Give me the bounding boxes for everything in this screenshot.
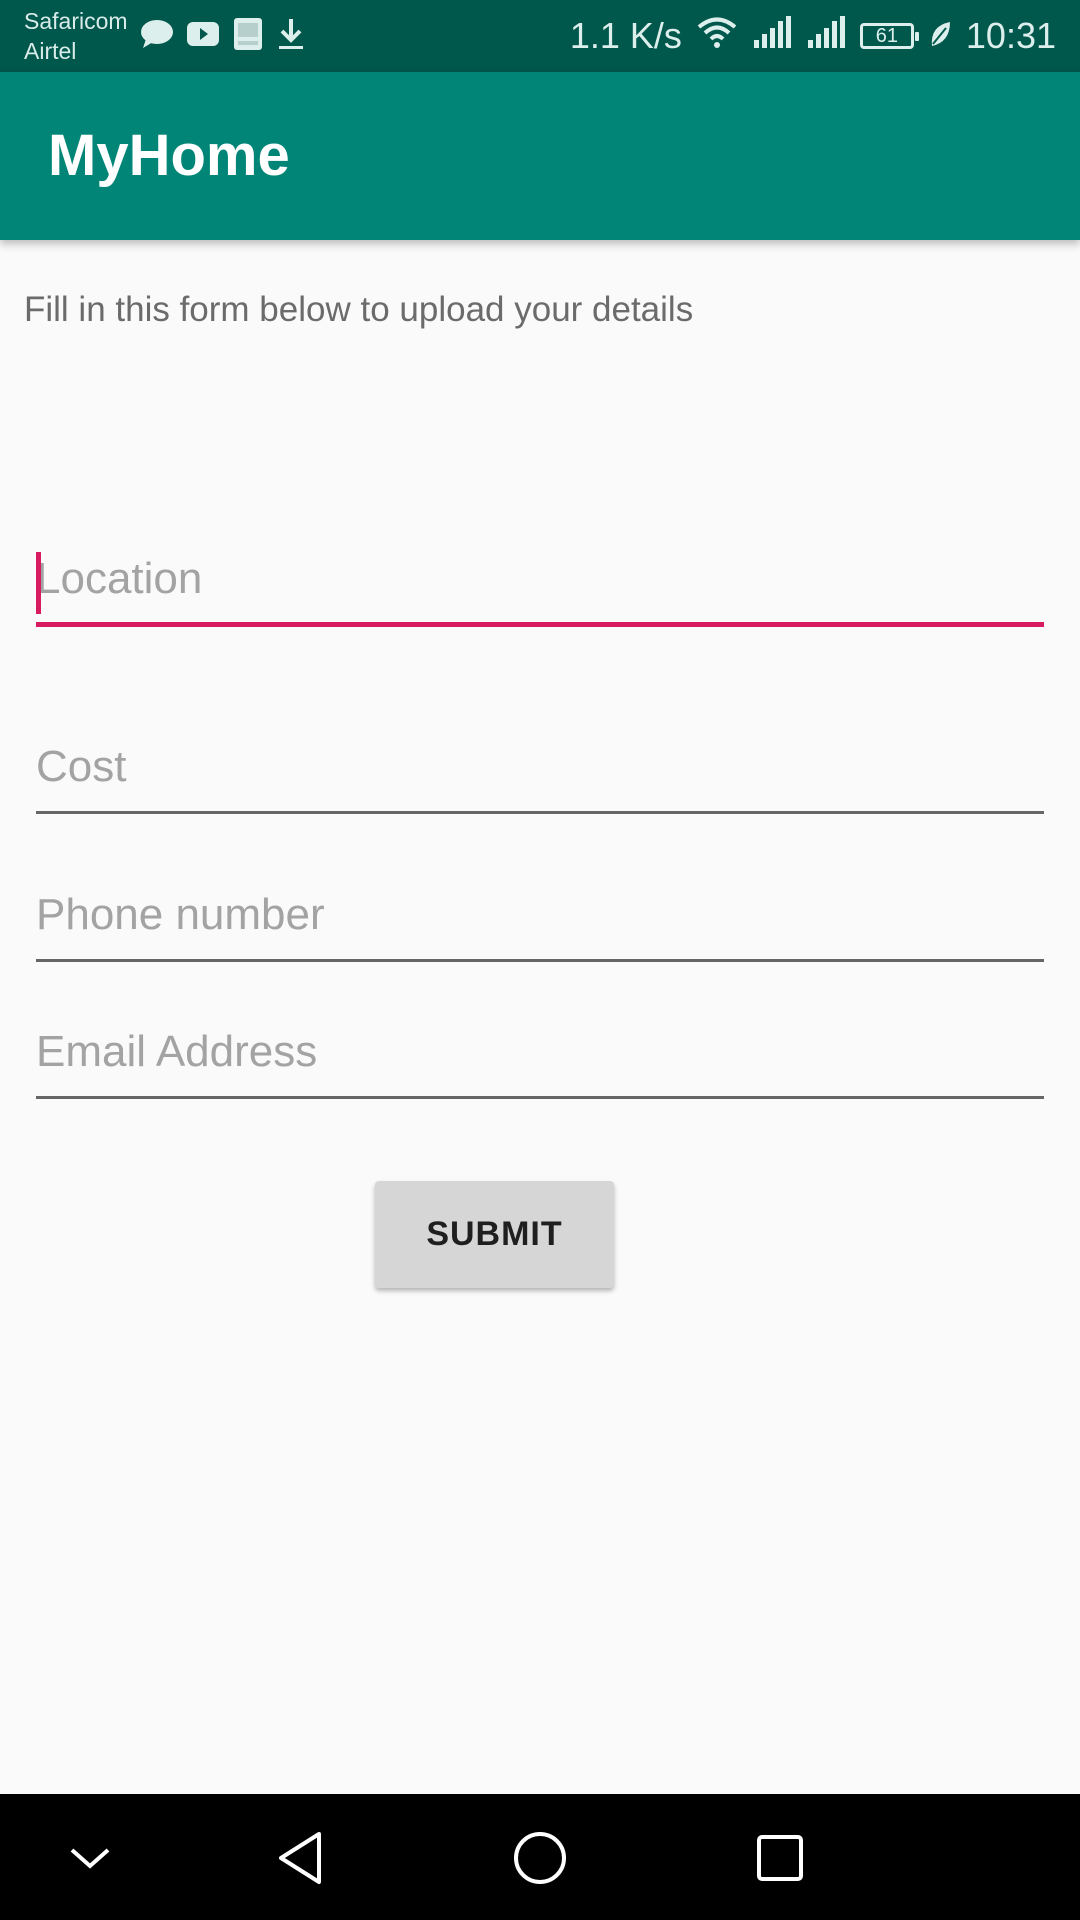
text-cursor (36, 552, 41, 614)
clock: 10:31 (965, 15, 1056, 56)
system-status: 1.1 K/s 61 10:31 (570, 12, 1056, 60)
app-title: MyHome (48, 123, 290, 188)
notification-icons (140, 14, 306, 58)
carrier-names: Safaricom Airtel (24, 6, 128, 66)
chevron-down-icon[interactable] (52, 1820, 128, 1896)
youtube-icon (186, 20, 220, 53)
leaf-icon (928, 15, 952, 57)
phone-number-input[interactable] (36, 882, 1044, 962)
carrier-1: Safaricom (24, 8, 128, 34)
location-input[interactable] (36, 547, 1044, 627)
download-icon (276, 17, 306, 56)
chat-bubble-icon (140, 19, 174, 54)
status-bar: Safaricom Airtel 1.1 K/s 61 10:31 (0, 0, 1080, 72)
back-icon[interactable] (262, 1820, 338, 1896)
screen: Safaricom Airtel 1.1 K/s 61 10:31 MyHome… (0, 0, 1080, 1920)
wifi-icon (696, 15, 738, 58)
email-address-input[interactable] (36, 1019, 1044, 1099)
carrier-2: Airtel (24, 38, 77, 64)
recents-icon[interactable] (742, 1820, 818, 1896)
bible-app-icon (232, 17, 264, 56)
signal-icon (752, 15, 792, 57)
net-speed: 1.1 K/s (569, 15, 682, 56)
app-bar: MyHome (0, 72, 1080, 240)
battery-icon: 61 (859, 23, 919, 49)
form-instructions: Fill in this form below to upload your d… (24, 290, 694, 329)
submit-button[interactable]: SUBMIT (375, 1181, 614, 1288)
navigation-bar (0, 1794, 1080, 1920)
signal-icon (806, 15, 846, 57)
cost-input[interactable] (36, 734, 1044, 814)
home-icon[interactable] (502, 1820, 578, 1896)
